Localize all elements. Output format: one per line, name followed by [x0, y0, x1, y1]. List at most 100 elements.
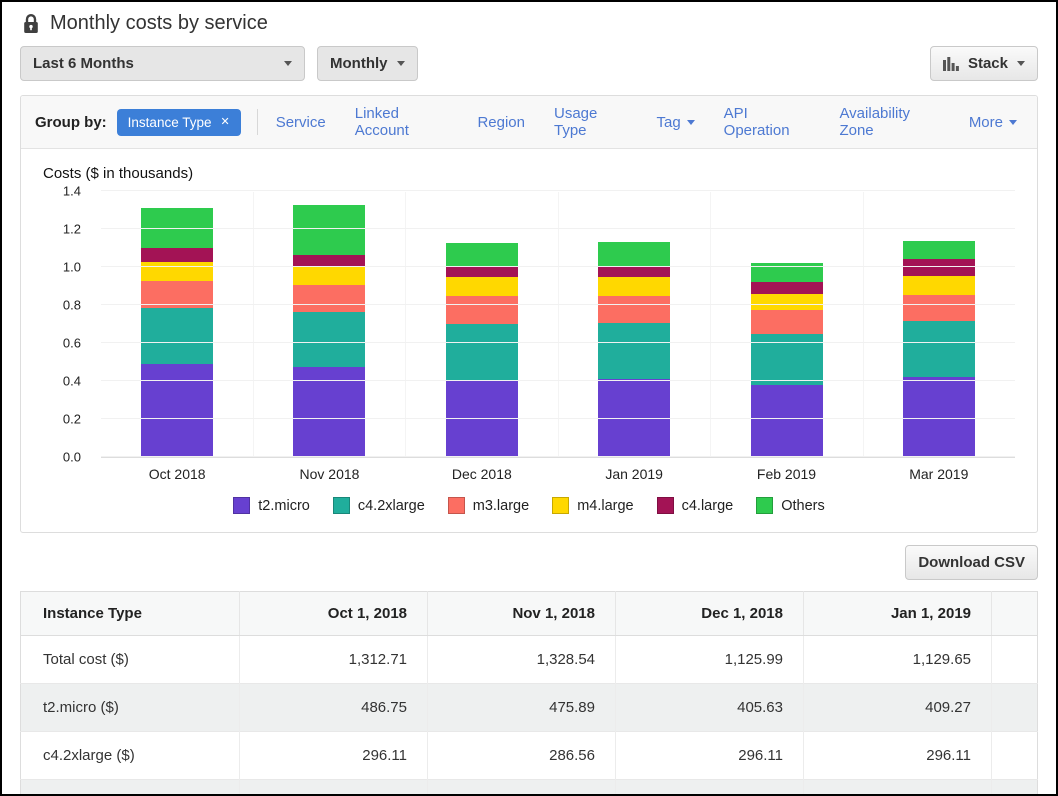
cell-value: 296.11 — [804, 732, 992, 780]
legend-swatch — [233, 497, 250, 514]
group-by-link-label: Usage Type — [554, 105, 627, 139]
bar-segment-m3.large[interactable] — [598, 296, 670, 324]
x-tick-label: Mar 2019 — [863, 466, 1015, 482]
gridline — [101, 228, 1015, 229]
row-label: t2.micro ($) — [21, 684, 240, 732]
bar-segment-c4.large[interactable] — [141, 248, 213, 261]
cell-empty — [240, 780, 428, 796]
table-column-header[interactable]: Oct 1, 2018 — [240, 592, 428, 636]
group-by-link-label: Service — [276, 114, 326, 131]
bar-segment-c4.2xlarge[interactable] — [446, 324, 518, 380]
toolbar: Last 6 Months Monthly Stack — [2, 39, 1056, 87]
bar-segment-m4.large[interactable] — [751, 294, 823, 310]
bar-segment-c4.large[interactable] — [446, 266, 518, 277]
bar-segment-m4.large[interactable] — [446, 277, 518, 296]
bar-segment-Others[interactable] — [446, 243, 518, 266]
legend-label: m3.large — [473, 498, 529, 514]
bar-segment-c4.2xlarge[interactable] — [293, 312, 365, 367]
divider — [257, 109, 258, 135]
y-tick-label: 1.0 — [63, 260, 81, 275]
bar-segment-m3.large[interactable] — [751, 310, 823, 335]
gridline — [101, 190, 1015, 191]
group-by-link-availability-zone[interactable]: Availability Zone — [839, 105, 939, 139]
granularity-dropdown[interactable]: Monthly — [317, 46, 418, 81]
cell-empty — [992, 636, 1038, 684]
chart-panel: Group by: Instance Type ✕ ServiceLinked … — [20, 95, 1038, 533]
legend-label: Others — [781, 498, 825, 514]
stacked-bar-jan-2019[interactable] — [598, 242, 670, 457]
group-by-link-label: More — [969, 114, 1003, 131]
cell-value: 1,125.99 — [616, 636, 804, 684]
legend-label: t2.micro — [258, 498, 310, 514]
group-by-link-label: Availability Zone — [839, 105, 939, 139]
cell-empty — [992, 732, 1038, 780]
y-tick-label: 0.6 — [63, 336, 81, 351]
legend-item-m4.large[interactable]: m4.large — [552, 497, 633, 514]
chart-style-dropdown[interactable]: Stack — [930, 46, 1038, 81]
chevron-down-icon — [284, 61, 292, 66]
chevron-down-icon — [1017, 61, 1025, 66]
bar-segment-m4.large[interactable] — [598, 277, 670, 296]
table-row: Total cost ($)1,312.711,328.541,125.991,… — [21, 636, 1038, 684]
group-by-links: Service Linked Account Region Usage Type Tag… — [276, 105, 1023, 139]
bar-segment-c4.2xlarge[interactable] — [598, 323, 670, 379]
table-column-header-empty — [992, 592, 1038, 636]
cell-value: 1,129.65 — [804, 636, 992, 684]
x-tick-label: Feb 2019 — [710, 466, 862, 482]
date-range-dropdown[interactable]: Last 6 Months — [20, 46, 305, 81]
stacked-bar-oct-2018[interactable] — [141, 208, 213, 457]
close-icon[interactable]: ✕ — [220, 117, 229, 128]
stacked-bar-dec-2018[interactable] — [446, 243, 518, 457]
cell-value: 286.56 — [428, 732, 616, 780]
gridline — [101, 380, 1015, 381]
download-row: Download CSV — [20, 545, 1038, 580]
legend-item-Others[interactable]: Others — [756, 497, 825, 514]
y-tick-label: 0.2 — [63, 412, 81, 427]
group-by-link-region[interactable]: Region — [477, 114, 525, 131]
group-by-link-tag[interactable]: Tag — [656, 114, 694, 131]
bar-segment-t2.micro[interactable] — [141, 364, 213, 457]
table-column-header[interactable]: Nov 1, 2018 — [428, 592, 616, 636]
cell-empty — [992, 684, 1038, 732]
bar-segment-m3.large[interactable] — [446, 296, 518, 324]
stacked-bar-nov-2018[interactable] — [293, 205, 365, 457]
bar-segment-m4.large[interactable] — [293, 267, 365, 285]
bar-segment-m3.large[interactable] — [903, 295, 975, 321]
bar-segment-m4.large[interactable] — [903, 276, 975, 295]
table-column-header[interactable]: Jan 1, 2019 — [804, 592, 992, 636]
bar-segment-c4.2xlarge[interactable] — [141, 308, 213, 364]
cell-value: 296.11 — [240, 732, 428, 780]
gridline — [101, 266, 1015, 267]
bar-segment-Others[interactable] — [598, 242, 670, 265]
legend-item-t2.micro[interactable]: t2.micro — [233, 497, 310, 514]
group-by-link-linked-account[interactable]: Linked Account — [355, 105, 449, 139]
bar-segment-c4.large[interactable] — [751, 282, 823, 293]
bar-segment-c4.large[interactable] — [903, 259, 975, 276]
group-by-link-usage-type[interactable]: Usage Type — [554, 105, 627, 139]
download-csv-button[interactable]: Download CSV — [905, 545, 1038, 580]
legend-item-c4.2xlarge[interactable]: c4.2xlarge — [333, 497, 425, 514]
bar-segment-c4.large[interactable] — [598, 266, 670, 277]
group-by-bar: Group by: Instance Type ✕ ServiceLinked … — [21, 96, 1037, 149]
bar-segment-m3.large[interactable] — [293, 285, 365, 312]
active-filter-chip[interactable]: Instance Type ✕ — [117, 109, 241, 136]
stacked-bar-feb-2019[interactable] — [751, 263, 823, 457]
stacked-bar-mar-2019[interactable] — [903, 241, 975, 457]
bar-segment-m4.large[interactable] — [141, 262, 213, 281]
group-by-link-api-operation[interactable]: API Operation — [724, 105, 811, 139]
bar-segment-Others[interactable] — [293, 205, 365, 255]
chevron-down-icon — [397, 61, 405, 66]
cell-value: 1,328.54 — [428, 636, 616, 684]
group-by-link-more[interactable]: More — [969, 114, 1017, 131]
group-by-link-label: API Operation — [724, 105, 811, 139]
legend-item-m3.large[interactable]: m3.large — [448, 497, 529, 514]
bar-segment-Others[interactable] — [903, 241, 975, 259]
bar-segment-c4.2xlarge[interactable] — [903, 321, 975, 377]
table-column-header[interactable]: Instance Type — [21, 592, 240, 636]
table-column-header[interactable]: Dec 1, 2018 — [616, 592, 804, 636]
legend-swatch — [448, 497, 465, 514]
legend-swatch — [756, 497, 773, 514]
group-by-link-service[interactable]: Service — [276, 114, 326, 131]
bar-segment-t2.micro[interactable] — [751, 385, 823, 457]
legend-item-c4.large[interactable]: c4.large — [657, 497, 734, 514]
